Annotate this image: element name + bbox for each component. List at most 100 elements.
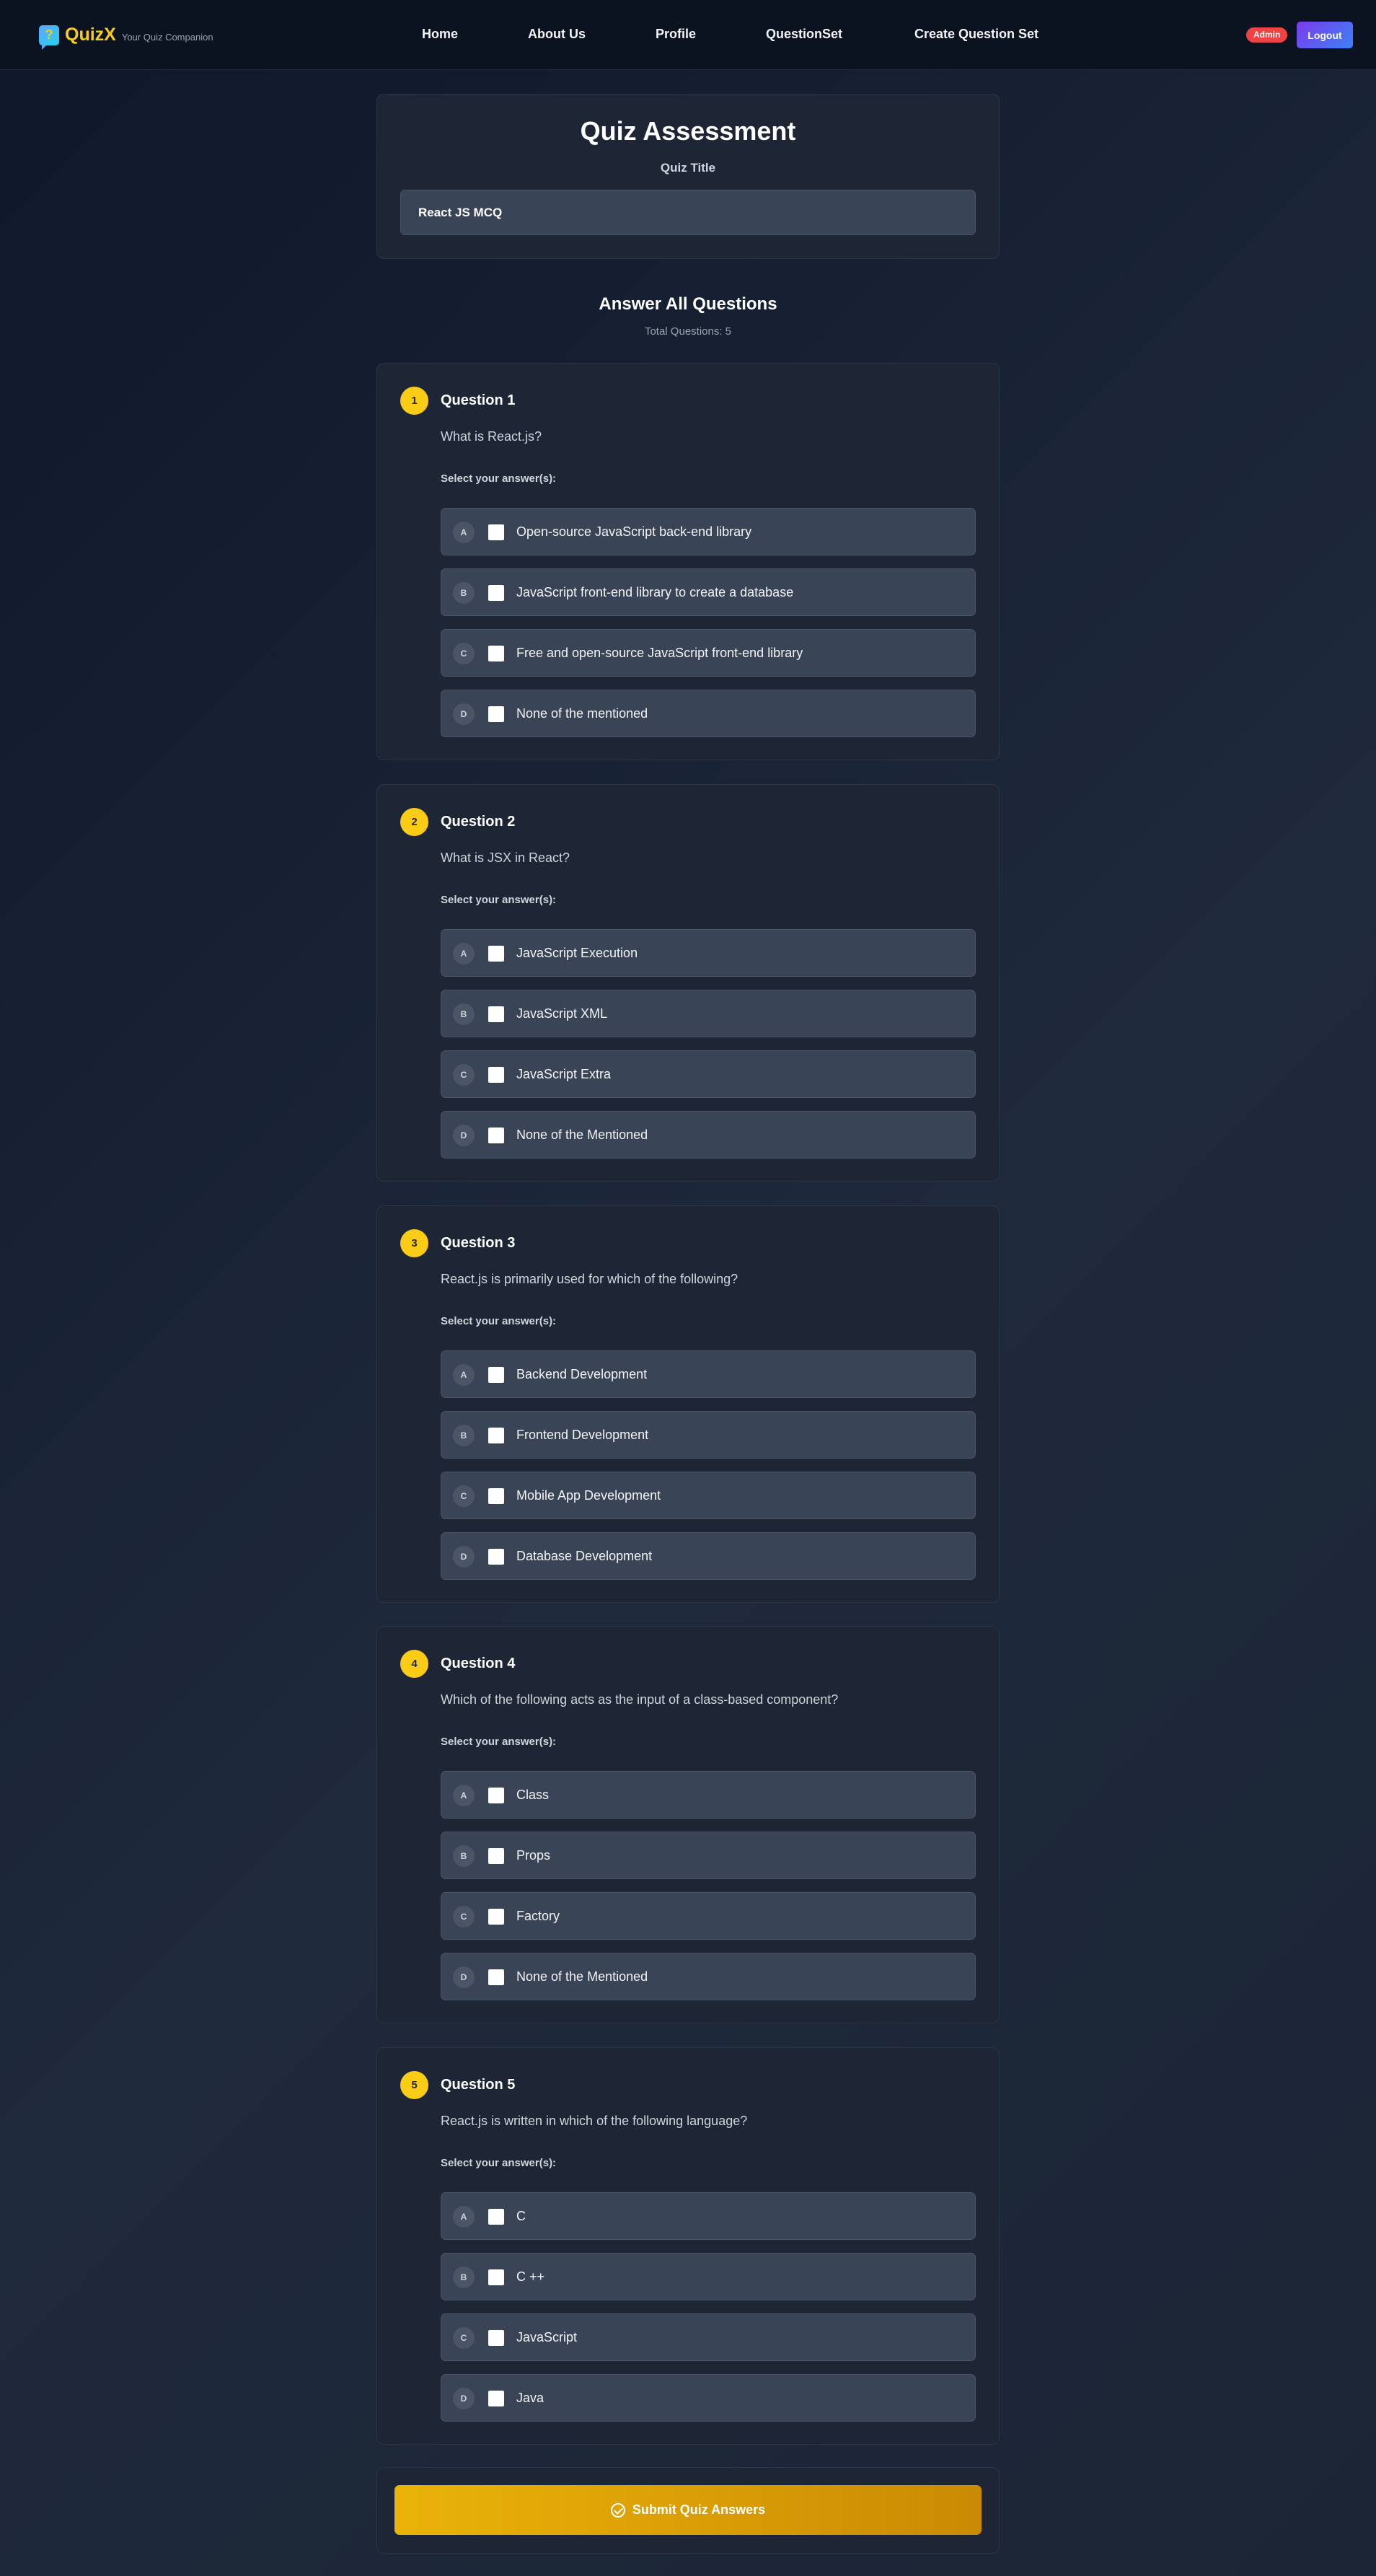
answer-option[interactable]: B JavaScript XML [441, 990, 976, 1037]
option-text: Mobile App Development [516, 1488, 661, 1503]
answer-checkbox[interactable] [488, 1127, 504, 1143]
answer-option[interactable]: C Factory [441, 1892, 976, 1940]
select-answer-label: Select your answer(s): [441, 894, 557, 906]
question-card: 3 Question 3 React.js is primarily used fo… [376, 1205, 1000, 1603]
answer-checkbox[interactable] [488, 585, 504, 601]
question-title: Question 3 [441, 1235, 516, 1251]
answer-checkbox[interactable] [488, 1848, 504, 1864]
answer-checkbox[interactable] [488, 2330, 504, 2346]
option-text: Class [516, 1788, 550, 1802]
submit-label: Submit Quiz Answers [632, 2502, 766, 2517]
option-text: Open-source JavaScript back-end library [516, 524, 752, 539]
option-letter-badge: B [453, 1845, 475, 1867]
submit-card: Submit Quiz Answers [376, 2467, 1000, 2554]
answer-checkbox[interactable] [488, 524, 504, 540]
option-letter-badge: B [453, 1003, 475, 1025]
answer-checkbox[interactable] [488, 2391, 504, 2406]
option-text: Props [516, 1848, 551, 1863]
nav-create-question-set[interactable]: Create Question Set [914, 27, 1038, 42]
question-title: Question 5 [441, 2077, 516, 2093]
answer-checkbox[interactable] [488, 2269, 504, 2285]
option-letter-badge: B [453, 2267, 475, 2288]
answer-option[interactable]: B Props [441, 1832, 976, 1879]
option-letter-badge: C [453, 643, 475, 664]
nav-about-us[interactable]: About Us [528, 27, 586, 42]
answer-option[interactable]: D None of the Mentioned [441, 1953, 976, 2000]
option-letter-badge: A [453, 943, 475, 964]
option-text: Free and open-source JavaScript front-en… [516, 646, 803, 660]
option-text: Frontend Development [516, 1428, 649, 1442]
answer-option[interactable]: B C ++ [441, 2253, 976, 2300]
option-letter-badge: D [453, 1125, 475, 1146]
answer-option[interactable]: A Open-source JavaScript back-end library [441, 508, 976, 555]
question-title: Question 1 [441, 392, 516, 408]
answer-checkbox[interactable] [488, 1067, 504, 1083]
option-letter-badge: B [453, 582, 475, 604]
question-card: 2 Question 2 What is JSX in React? Select y… [376, 784, 1000, 1182]
question-title: Question 2 [441, 814, 516, 830]
section-heading: Answer All Questions [599, 294, 777, 314]
answer-checkbox[interactable] [488, 1969, 504, 1985]
option-text: JavaScript [516, 2330, 578, 2344]
answer-checkbox[interactable] [488, 1367, 504, 1383]
option-letter-badge: D [453, 1966, 475, 1988]
option-letter-badge: D [453, 703, 475, 725]
answer-checkbox[interactable] [488, 946, 504, 962]
navbar: ? QuizX Your Quiz Companion Home About U… [0, 0, 1376, 70]
option-text: JavaScript XML [516, 1006, 608, 1021]
answer-option[interactable]: B Frontend Development [441, 1411, 976, 1459]
answer-checkbox[interactable] [488, 1006, 504, 1022]
option-text: None of the Mentioned [516, 1969, 648, 1984]
answer-option[interactable]: C JavaScript Extra [441, 1050, 976, 1098]
answer-checkbox[interactable] [488, 1488, 504, 1504]
select-answer-label: Select your answer(s): [441, 2157, 557, 2169]
question-text: React.js is written in which of the foll… [441, 2114, 748, 2128]
answer-option[interactable]: A Backend Development [441, 1350, 976, 1398]
admin-badge: Admin [1246, 27, 1288, 43]
answer-checkbox[interactable] [488, 706, 504, 722]
answer-option[interactable]: A JavaScript Execution [441, 929, 976, 977]
option-letter-badge: C [453, 1906, 475, 1927]
answer-checkbox[interactable] [488, 1549, 504, 1565]
quiz-title-input[interactable] [400, 190, 976, 235]
option-letter-badge: D [453, 1546, 475, 1568]
answer-checkbox[interactable] [488, 1788, 504, 1803]
question-number-badge: 3 [400, 1229, 428, 1257]
select-answer-label: Select your answer(s): [441, 1315, 557, 1327]
total-questions: Total Questions: 5 [644, 325, 732, 338]
answer-option[interactable]: D Database Development [441, 1532, 976, 1580]
nav-profile[interactable]: Profile [656, 27, 696, 42]
answer-checkbox[interactable] [488, 2209, 504, 2225]
option-letter-badge: D [453, 2388, 475, 2409]
question-text: React.js is primarily used for which of … [441, 1272, 738, 1286]
nav-questionset[interactable]: QuestionSet [766, 27, 842, 42]
submit-quiz-button[interactable]: Submit Quiz Answers [394, 2485, 982, 2535]
answer-checkbox[interactable] [488, 646, 504, 661]
logout-button[interactable]: Logout [1297, 22, 1353, 48]
option-letter-badge: B [453, 1425, 475, 1446]
option-text: C ++ [516, 2269, 545, 2284]
select-answer-label: Select your answer(s): [441, 472, 557, 485]
option-text: JavaScript Execution [516, 946, 638, 960]
answer-option[interactable]: A Class [441, 1771, 976, 1819]
answer-option[interactable]: C JavaScript [441, 2313, 976, 2361]
answer-checkbox[interactable] [488, 1428, 504, 1443]
answer-option[interactable]: AC [441, 2192, 976, 2240]
question-card: 4 Question 4 Which of the following acts a… [376, 1626, 1000, 2023]
question-card: 1 Question 1 What is React.js? Select your … [376, 363, 1000, 760]
select-answer-label: Select your answer(s): [441, 1736, 557, 1748]
nav-links: Home About Us Profile QuestionSet Create… [0, 27, 1376, 44]
option-letter-badge: A [453, 2206, 475, 2228]
option-text: Factory [516, 1909, 560, 1923]
answer-option[interactable]: C Free and open-source JavaScript front-e… [441, 629, 976, 677]
answer-option[interactable]: D None of the mentioned [441, 690, 976, 737]
answer-option[interactable]: D None of the Mentioned [441, 1111, 976, 1159]
answer-checkbox[interactable] [488, 1909, 504, 1925]
option-text: C [516, 2209, 526, 2223]
question-number-badge: 1 [400, 387, 428, 415]
answer-option[interactable]: D Java [441, 2374, 976, 2422]
answer-option[interactable]: B JavaScript front-end library to create … [441, 568, 976, 616]
answer-option[interactable]: C Mobile App Development [441, 1472, 976, 1519]
question-text: Which of the following acts as the input… [441, 1692, 839, 1707]
nav-home[interactable]: Home [422, 27, 458, 42]
